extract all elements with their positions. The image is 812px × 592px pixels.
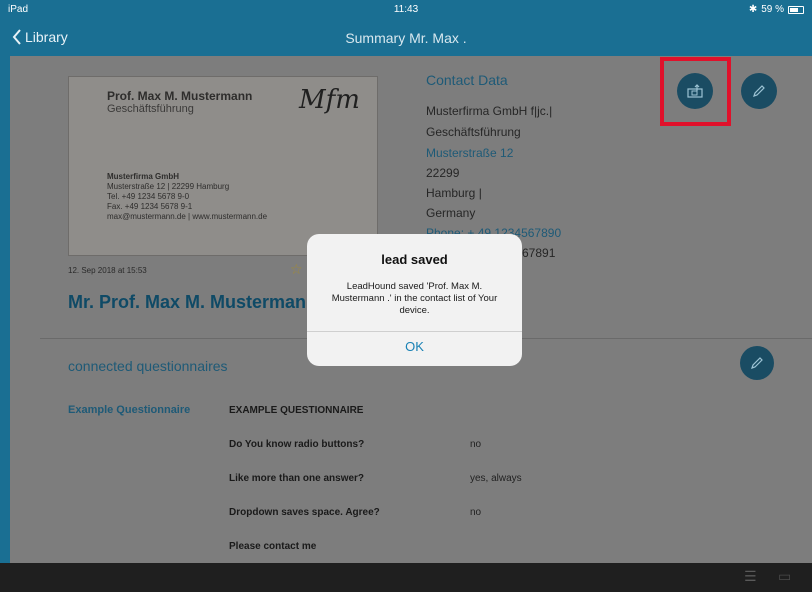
contact-zip: 22299	[426, 166, 460, 180]
pencil-icon	[751, 357, 763, 369]
lead-full-name: Mr. Prof. Max M. Musterman	[68, 292, 307, 312]
questionnaires-heading: connected questionnaires	[68, 358, 228, 374]
card-company: Musterfirma GmbH	[107, 172, 180, 181]
edit-contact-button[interactable]	[741, 73, 777, 109]
battery-icon	[788, 5, 804, 14]
card-web: max@mustermann.de | www.mustermann.de	[107, 212, 268, 221]
answer-text: no	[470, 507, 482, 518]
business-card-image[interactable]: Prof. Max M. Mustermann Geschäftsführung…	[68, 76, 378, 256]
answer-text: no	[470, 439, 482, 450]
scan-date: 12. Sep 2018 at 15:53	[68, 266, 147, 275]
card-name: Prof. Max M. Mustermann	[107, 89, 253, 103]
contact-city: Hamburg |	[426, 186, 482, 200]
star-icon[interactable]: ☆	[290, 261, 303, 278]
question-text: Like more than one answer?	[229, 473, 365, 484]
list-icon[interactable]: ☰	[744, 568, 757, 585]
lead-saved-dialog: lead saved LeadHound saved 'Prof. Max M.…	[307, 234, 522, 366]
ok-button[interactable]: OK	[307, 332, 522, 366]
pencil-icon	[753, 85, 765, 97]
battery-status: ✱ 59 %	[749, 4, 804, 15]
contact-role: Geschäftsführung	[426, 125, 521, 139]
question-text: Dropdown saves space. Agree?	[229, 507, 380, 518]
card-icon[interactable]: ▭	[778, 568, 791, 585]
bluetooth-icon: ✱	[748, 4, 758, 15]
status-bar: iPad 11:43 ✱ 59 %	[0, 0, 812, 20]
bottom-toolbar	[0, 563, 812, 592]
page-title: Summary Mr. Max .	[345, 30, 467, 46]
contact-company: Musterfirma GmbH f|jc.|	[426, 104, 553, 118]
answer-text: yes, always	[470, 473, 522, 484]
card-fax: Fax. +49 1234 5678 9-1	[107, 202, 193, 211]
dialog-title: lead saved	[381, 252, 448, 267]
contact-street[interactable]: Musterstraße 12	[426, 146, 513, 160]
question-text: Do You know radio buttons?	[229, 439, 365, 450]
question-text: Please contact me	[229, 541, 317, 552]
contact-data-heading: Contact Data	[426, 72, 508, 88]
edit-questionnaire-button[interactable]	[740, 346, 774, 380]
questionnaire-header: EXAMPLE QUESTIONNAIRE	[229, 405, 364, 416]
contact-country: Germany	[426, 206, 476, 220]
clock: 11:43	[393, 4, 419, 15]
card-logo: Mfm	[299, 85, 360, 115]
share-highlight-box	[660, 57, 731, 126]
card-details: Musterfirma GmbH Musterstraße 12 | 22299…	[107, 172, 267, 222]
contact-phone2[interactable]: 67891	[522, 246, 555, 260]
card-address: Musterstraße 12 | 22299 Hamburg	[107, 182, 230, 191]
navigation-bar: Library Summary Mr. Max .	[0, 20, 812, 56]
dialog-message: LeadHound saved 'Prof. Max M. Mustermann…	[331, 281, 498, 316]
card-tel: Tel. +49 1234 5678 9-0	[107, 192, 190, 201]
card-role: Geschäftsführung	[107, 103, 194, 115]
battery-percent: 59 %	[761, 4, 784, 15]
questionnaire-name[interactable]: Example Questionnaire	[68, 404, 190, 416]
